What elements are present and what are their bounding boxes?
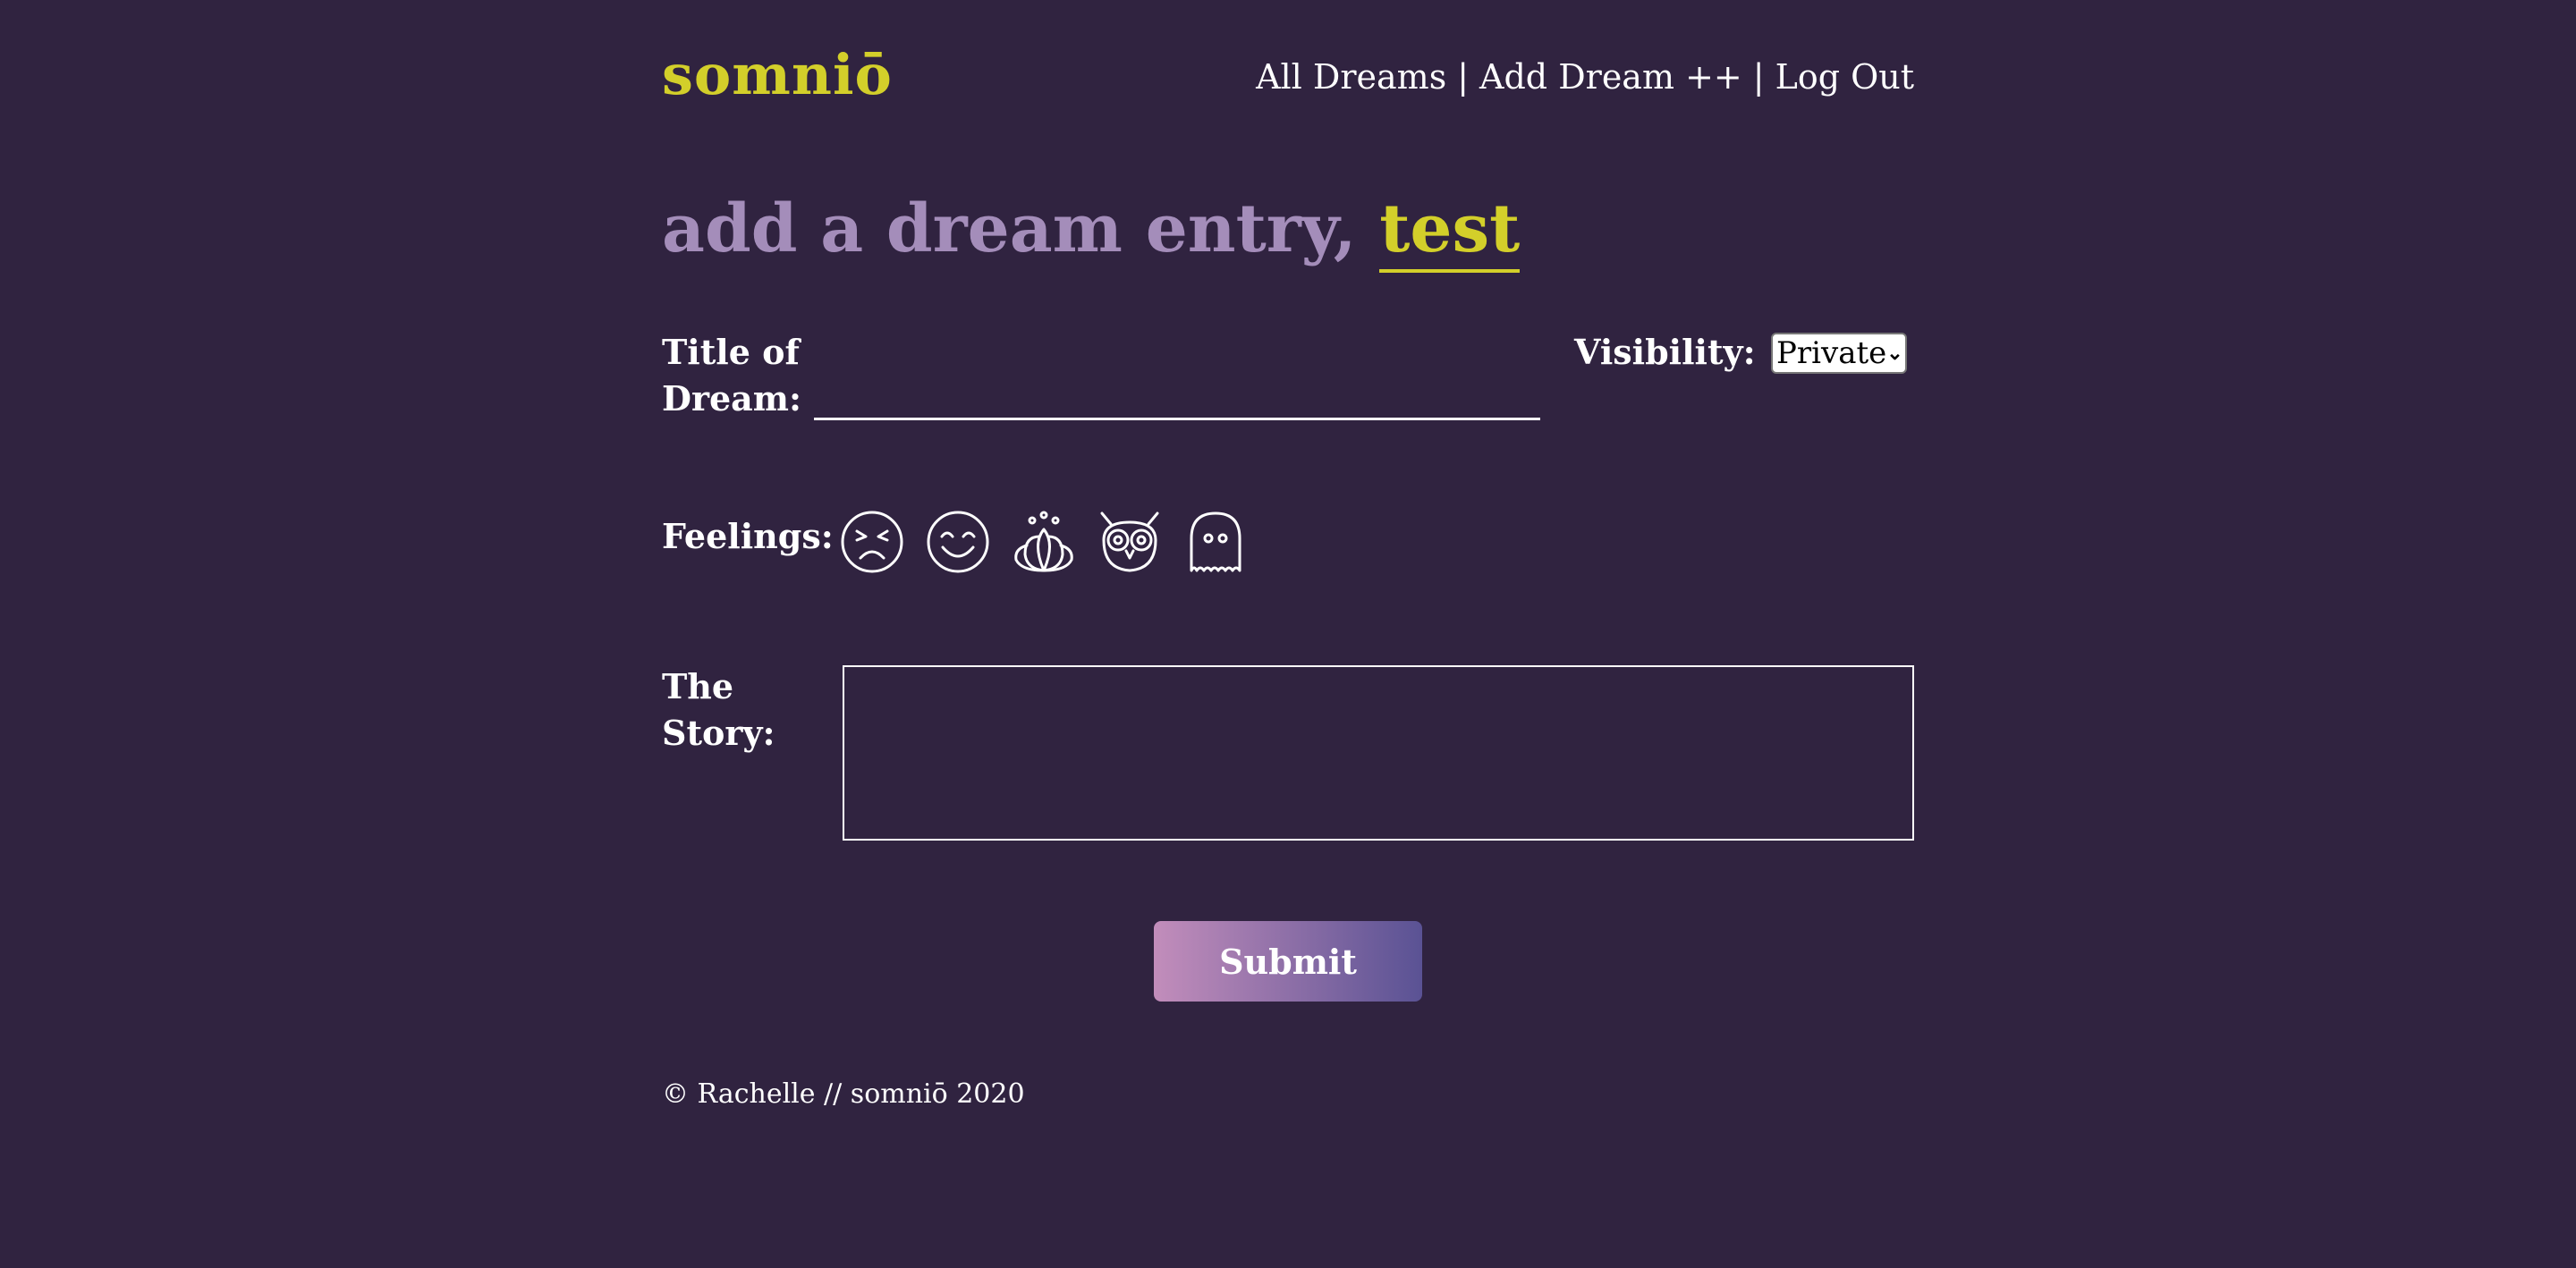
smiling-face-icon[interactable] <box>927 510 989 574</box>
nav-add-dream[interactable]: Add Dream ++ <box>1479 57 1742 97</box>
nav-all-dreams[interactable]: All Dreams <box>1256 57 1446 97</box>
story-label: The Story: <box>662 664 814 757</box>
title-label-line1: Title of <box>662 332 800 372</box>
feelings-picker <box>841 510 1247 578</box>
dream-title-input[interactable] <box>814 340 1540 420</box>
username: test <box>1379 189 1521 273</box>
title-label-line2: Dream: <box>662 378 802 418</box>
footer-copyright: © Rachelle // somniō 2020 <box>662 1078 1025 1110</box>
ghost-icon[interactable] <box>1184 510 1247 574</box>
nav-separator: | <box>1752 57 1765 97</box>
page: somniō All Dreams | Add Dream ++ | Log Out a… <box>662 0 1914 1268</box>
story-label-line2: Story: <box>662 713 775 753</box>
story-textarea[interactable] <box>843 665 1914 841</box>
chevron-down-icon: ⌄ <box>1886 342 1903 365</box>
visibility-label: Visibility: <box>1574 332 1756 372</box>
lotus-icon[interactable] <box>1013 510 1075 574</box>
angry-face-icon[interactable] <box>841 510 903 574</box>
page-title: add a dream entry, test <box>662 184 1521 274</box>
nav-separator: | <box>1457 57 1470 97</box>
title-label: Title of Dream: <box>662 329 814 422</box>
submit-button[interactable]: Submit <box>1154 921 1422 1002</box>
logo[interactable]: somniō <box>662 39 893 111</box>
visibility-selected-value: Private <box>1776 335 1887 371</box>
story-label-line1: The <box>662 666 734 706</box>
page-title-prefix: add a dream entry, <box>662 190 1357 267</box>
owl-icon[interactable] <box>1098 510 1161 574</box>
main-nav: All Dreams | Add Dream ++ | Log Out <box>1256 50 1914 104</box>
visibility-select[interactable]: Private ⌄ <box>1771 333 1907 374</box>
nav-log-out[interactable]: Log Out <box>1775 57 1914 97</box>
feelings-label: Feelings: <box>662 516 834 556</box>
